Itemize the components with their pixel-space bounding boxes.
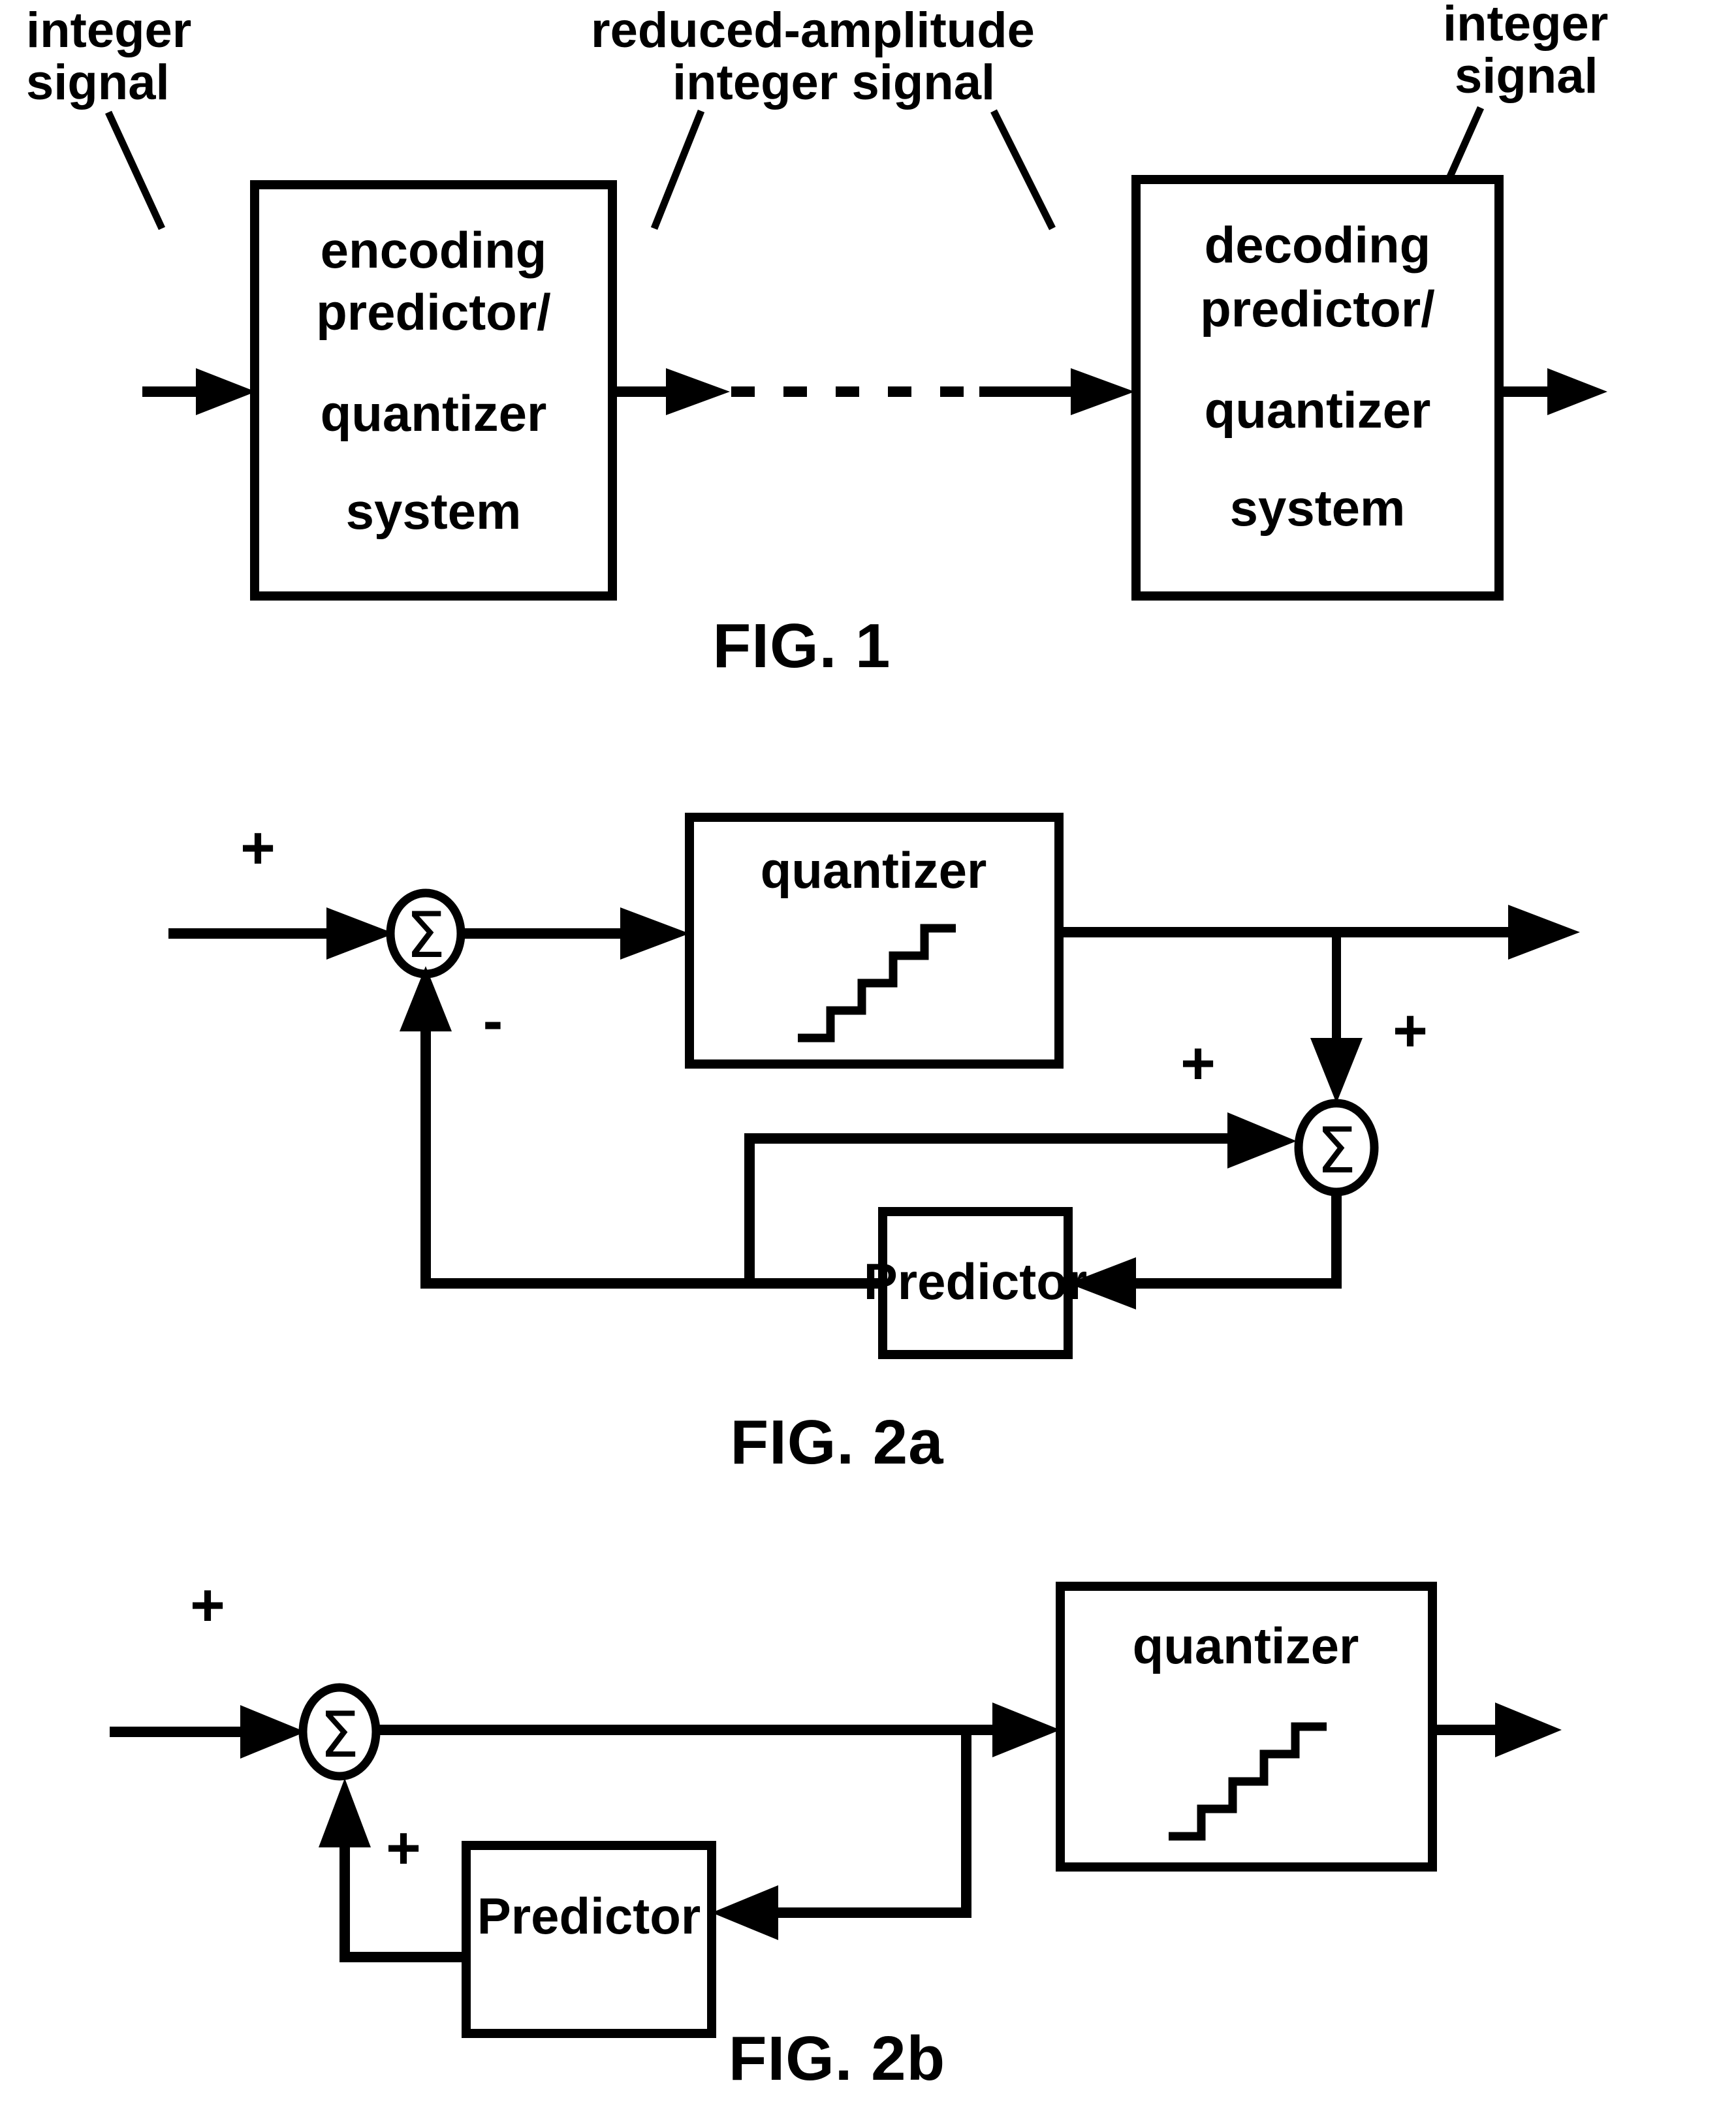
decoder-line-1: decoding xyxy=(1205,216,1431,274)
fig2a-summer-1-sigma: Σ xyxy=(406,899,446,972)
label-integer-signal-input-line1: integer xyxy=(26,3,191,58)
fig2a-minus-sign: - xyxy=(483,988,503,1054)
label-integer-signal-output-line1: integer xyxy=(1443,0,1608,52)
encoder-line-1: encoding xyxy=(321,221,547,279)
label-integer-signal-output-line2: signal xyxy=(1455,48,1598,104)
figure-2a-caption: FIG. 2a xyxy=(730,1407,943,1477)
fig2a-predictor-block: Predictor xyxy=(864,1207,1087,1359)
label-reduced-amplitude-line1: reduced-amplitude xyxy=(591,3,1035,58)
fig2b-plus-feedback-sign: + xyxy=(386,1815,421,1881)
label-integer-signal-input-line2: signal xyxy=(26,55,170,110)
figure-2b-caption: FIG. 2b xyxy=(729,2024,945,2093)
decoding-predictor-quantizer-block: decoding predictor/ quantizer system xyxy=(1131,175,1504,601)
decoder-line-2: predictor/ xyxy=(1200,280,1435,337)
fig2a-summer-1: Σ xyxy=(386,888,466,979)
decoder-line-4: system xyxy=(1230,479,1406,537)
fig2b-predictor-block: Predictor xyxy=(462,1841,716,2038)
decoder-line-3: quantizer xyxy=(1205,381,1431,439)
encoder-line-3: quantizer xyxy=(321,384,547,442)
fig2b-summer-sigma: Σ xyxy=(320,1699,360,1772)
label-reduced-amplitude-line2: integer signal xyxy=(672,55,995,110)
fig2a-summer-2-sigma: Σ xyxy=(1317,1114,1357,1187)
fig2a-plus-predictor-sign: + xyxy=(1180,1030,1216,1097)
encoder-line-2: predictor/ xyxy=(316,283,551,341)
encoder-line-4: system xyxy=(346,482,522,540)
fig2b-quantizer-label: quantizer xyxy=(1133,1617,1359,1674)
encoding-predictor-quantizer-block: encoding predictor/ quantizer system xyxy=(250,180,617,601)
fig2a-summer-2: Σ xyxy=(1294,1099,1379,1197)
fig2b-plus-input-sign: + xyxy=(190,1572,225,1639)
drawing-canvas: integer signal reduced-amplitude integer… xyxy=(0,0,1736,2117)
fig2a-quantizer-label: quantizer xyxy=(761,841,987,899)
fig2b-quantizer-block: quantizer xyxy=(1056,1582,1437,1872)
fig2a-plus-tap-sign: + xyxy=(1393,997,1428,1064)
fig2b-predictor-label: Predictor xyxy=(477,1887,701,1945)
fig2a-quantizer-block: quantizer xyxy=(685,813,1064,1069)
figure-1-caption: FIG. 1 xyxy=(713,611,891,681)
fig2a-plus-input-sign: + xyxy=(240,815,276,881)
fig2b-summer: Σ xyxy=(298,1683,381,1781)
patent-drawing-sheet: integer signal reduced-amplitude integer… xyxy=(0,0,1736,2117)
fig2a-predictor-label: Predictor xyxy=(864,1253,1087,1310)
